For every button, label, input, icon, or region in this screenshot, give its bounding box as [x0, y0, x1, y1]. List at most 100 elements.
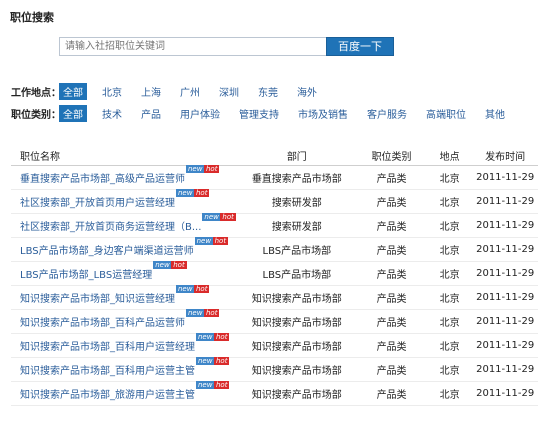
new-badge: new [176, 188, 195, 197]
job-title-link[interactable]: 知识搜索产品市场部_知识运营经理 [20, 294, 175, 305]
new-badge: new [196, 332, 215, 341]
new-badge: new [176, 284, 195, 293]
location-filter-label: 工作地点： [11, 88, 61, 99]
job-category-cell: 产品类 [356, 357, 427, 382]
category-option-other[interactable]: 其他 [481, 105, 509, 122]
table-row: 知识搜索产品市场部_知识运营经理 new hot 知识搜索产品市场部 产品类 北京 2011… [11, 284, 538, 310]
hot-badge: hot [214, 332, 230, 341]
category-option-product[interactable]: 产品 [137, 105, 165, 122]
table-row: LBS产品市场部_身边客户端渠道运营师 new hot LBS产品市场部 产品类 北京 20… [11, 236, 538, 262]
job-badges: new hot [201, 212, 237, 230]
job-date-cell: 2011-11-29 [472, 357, 538, 382]
category-option-service[interactable]: 客户服务 [363, 105, 411, 122]
job-name-cell: LBS产品市场部_LBS运营经理 new hot [11, 260, 238, 286]
job-category-cell: 产品类 [356, 285, 427, 310]
job-name-cell: 知识搜索产品市场部_百科用户运营经理 new hot [11, 332, 238, 358]
header-dept: 部门 [237, 147, 357, 166]
job-category-cell: 产品类 [356, 165, 427, 190]
hot-badge: hot [220, 212, 236, 221]
job-badges: new hot [175, 284, 211, 302]
hot-badge: hot [171, 260, 187, 269]
table-row: 垂直搜索产品市场部_高级产品运营师 new hot 垂直搜索产品市场部 产品类 北京 201… [11, 164, 538, 190]
location-option-beijing[interactable]: 北京 [98, 83, 126, 100]
job-date-cell: 2011-11-29 [472, 309, 538, 334]
job-badges: new hot [195, 380, 231, 398]
job-name-cell: 社区搜索部_开放首页商务运营经理（B... new hot [11, 212, 238, 238]
hot-badge: hot [204, 164, 220, 173]
location-option-shanghai[interactable]: 上海 [137, 83, 165, 100]
job-location-cell: 北京 [426, 357, 473, 382]
job-location-cell: 北京 [426, 309, 473, 334]
hot-badge: hot [204, 308, 220, 317]
category-option-management[interactable]: 管理支持 [235, 105, 283, 122]
job-location-cell: 北京 [426, 213, 473, 238]
category-option-tech[interactable]: 技术 [98, 105, 126, 122]
job-name-cell: 知识搜索产品市场部_百科产品运营师 new hot [11, 308, 238, 334]
job-dept-cell: 搜索研发部 [237, 213, 357, 238]
job-title-link[interactable]: LBS产品市场部_LBS运营经理 [20, 270, 152, 281]
table-row: LBS产品市场部_LBS运营经理 new hot LBS产品市场部 产品类 北京 2011-… [11, 260, 538, 286]
location-option-dongguan[interactable]: 东莞 [254, 83, 282, 100]
category-option-ux[interactable]: 用户体验 [176, 105, 224, 122]
job-location-cell: 北京 [426, 333, 473, 358]
hot-badge: hot [212, 236, 229, 245]
job-date-cell: 2011-11-29 [472, 261, 538, 286]
category-filter: 职位类别： 全部 技术 产品 用户体验 管理支持 市场及销售 客户服务 高端职位… [11, 105, 520, 122]
job-name-cell: 知识搜索产品市场部_知识运营经理 new hot [11, 284, 238, 310]
job-title-link[interactable]: 垂直搜索产品市场部_高级产品运营师 [20, 174, 185, 185]
header-location: 地点 [426, 147, 473, 166]
job-name-cell: 知识搜索产品市场部_旅游用户运营主管 new hot [11, 380, 238, 406]
job-date-cell: 2011-11-29 [472, 213, 538, 238]
job-category-cell: 产品类 [356, 333, 427, 358]
job-dept-cell: 知识搜索产品市场部 [237, 357, 357, 382]
category-option-all[interactable]: 全部 [59, 105, 87, 122]
location-option-all[interactable]: 全部 [59, 83, 87, 100]
table-header-row: 职位名称 部门 职位类别 地点 发布时间 [11, 147, 538, 166]
job-dept-cell: 垂直搜索产品市场部 [237, 165, 357, 190]
job-badges: new hot [195, 356, 231, 374]
job-location-cell: 北京 [426, 237, 473, 262]
job-location-cell: 北京 [426, 285, 473, 310]
job-title-link[interactable]: 社区搜索部_开放首页用户运营经理 [20, 198, 175, 209]
hot-badge: hot [194, 188, 210, 197]
job-title-link[interactable]: 知识搜索产品市场部_百科产品运营师 [20, 318, 185, 329]
category-option-senior[interactable]: 高端职位 [422, 105, 470, 122]
job-location-cell: 北京 [426, 261, 473, 286]
job-title-link[interactable]: 知识搜索产品市场部_百科用户运营经理 [20, 342, 195, 353]
job-dept-cell: 搜索研发部 [237, 189, 357, 214]
job-date-cell: 2011-11-29 [472, 285, 538, 310]
location-option-shenzhen[interactable]: 深圳 [215, 83, 243, 100]
location-option-overseas[interactable]: 海外 [293, 83, 321, 100]
job-dept-cell: 知识搜索产品市场部 [237, 381, 357, 406]
table-row: 知识搜索产品市场部_百科产品运营师 new hot 知识搜索产品市场部 产品类 北京 201… [11, 308, 538, 334]
job-date-cell: 2011-11-29 [472, 381, 538, 406]
job-badges: new hot [175, 188, 211, 206]
job-location-cell: 北京 [426, 381, 473, 406]
location-option-guangzhou[interactable]: 广州 [176, 83, 204, 100]
new-badge: new [153, 260, 172, 269]
job-dept-cell: 知识搜索产品市场部 [237, 285, 357, 310]
new-badge: new [186, 164, 205, 173]
category-option-marketing[interactable]: 市场及销售 [294, 105, 352, 122]
search-button[interactable]: 百度一下 [326, 37, 394, 56]
job-date-cell: 2011-11-29 [472, 165, 538, 190]
hot-badge: hot [194, 284, 210, 293]
search-input[interactable] [59, 37, 326, 56]
new-badge: new [202, 212, 221, 221]
job-title-link[interactable]: 社区搜索部_开放首页商务运营经理（B... [20, 222, 201, 233]
job-location-cell: 北京 [426, 165, 473, 190]
table-row: 社区搜索部_开放首页用户运营经理 new hot 搜索研发部 产品类 北京 2011-11-… [11, 188, 538, 214]
table-row: 知识搜索产品市场部_旅游用户运营主管 new hot 知识搜索产品市场部 产品类 北京 20… [11, 380, 538, 406]
category-filter-label: 职位类别： [11, 110, 61, 121]
job-title-link[interactable]: LBS产品市场部_身边客户端渠道运营师 [20, 246, 194, 257]
table-row: 知识搜索产品市场部_百科用户运营经理 new hot 知识搜索产品市场部 产品类 北京 20… [11, 332, 538, 358]
job-title-link[interactable]: 知识搜索产品市场部_旅游用户运营主管 [20, 390, 195, 401]
job-date-cell: 2011-11-29 [472, 333, 538, 358]
job-title-link[interactable]: 知识搜索产品市场部_百科用户运营主管 [20, 366, 195, 377]
job-name-cell: 垂直搜索产品市场部_高级产品运营师 new hot [11, 164, 238, 190]
job-badges: new hot [195, 332, 231, 350]
job-name-cell: 知识搜索产品市场部_百科用户运营主管 new hot [11, 356, 238, 382]
header-date: 发布时间 [472, 147, 538, 166]
job-dept-cell: LBS产品市场部 [237, 261, 357, 286]
jobs-table: 职位名称 部门 职位类别 地点 发布时间 垂直搜索产品市场部_高级产品运营师 ne… [11, 147, 538, 406]
